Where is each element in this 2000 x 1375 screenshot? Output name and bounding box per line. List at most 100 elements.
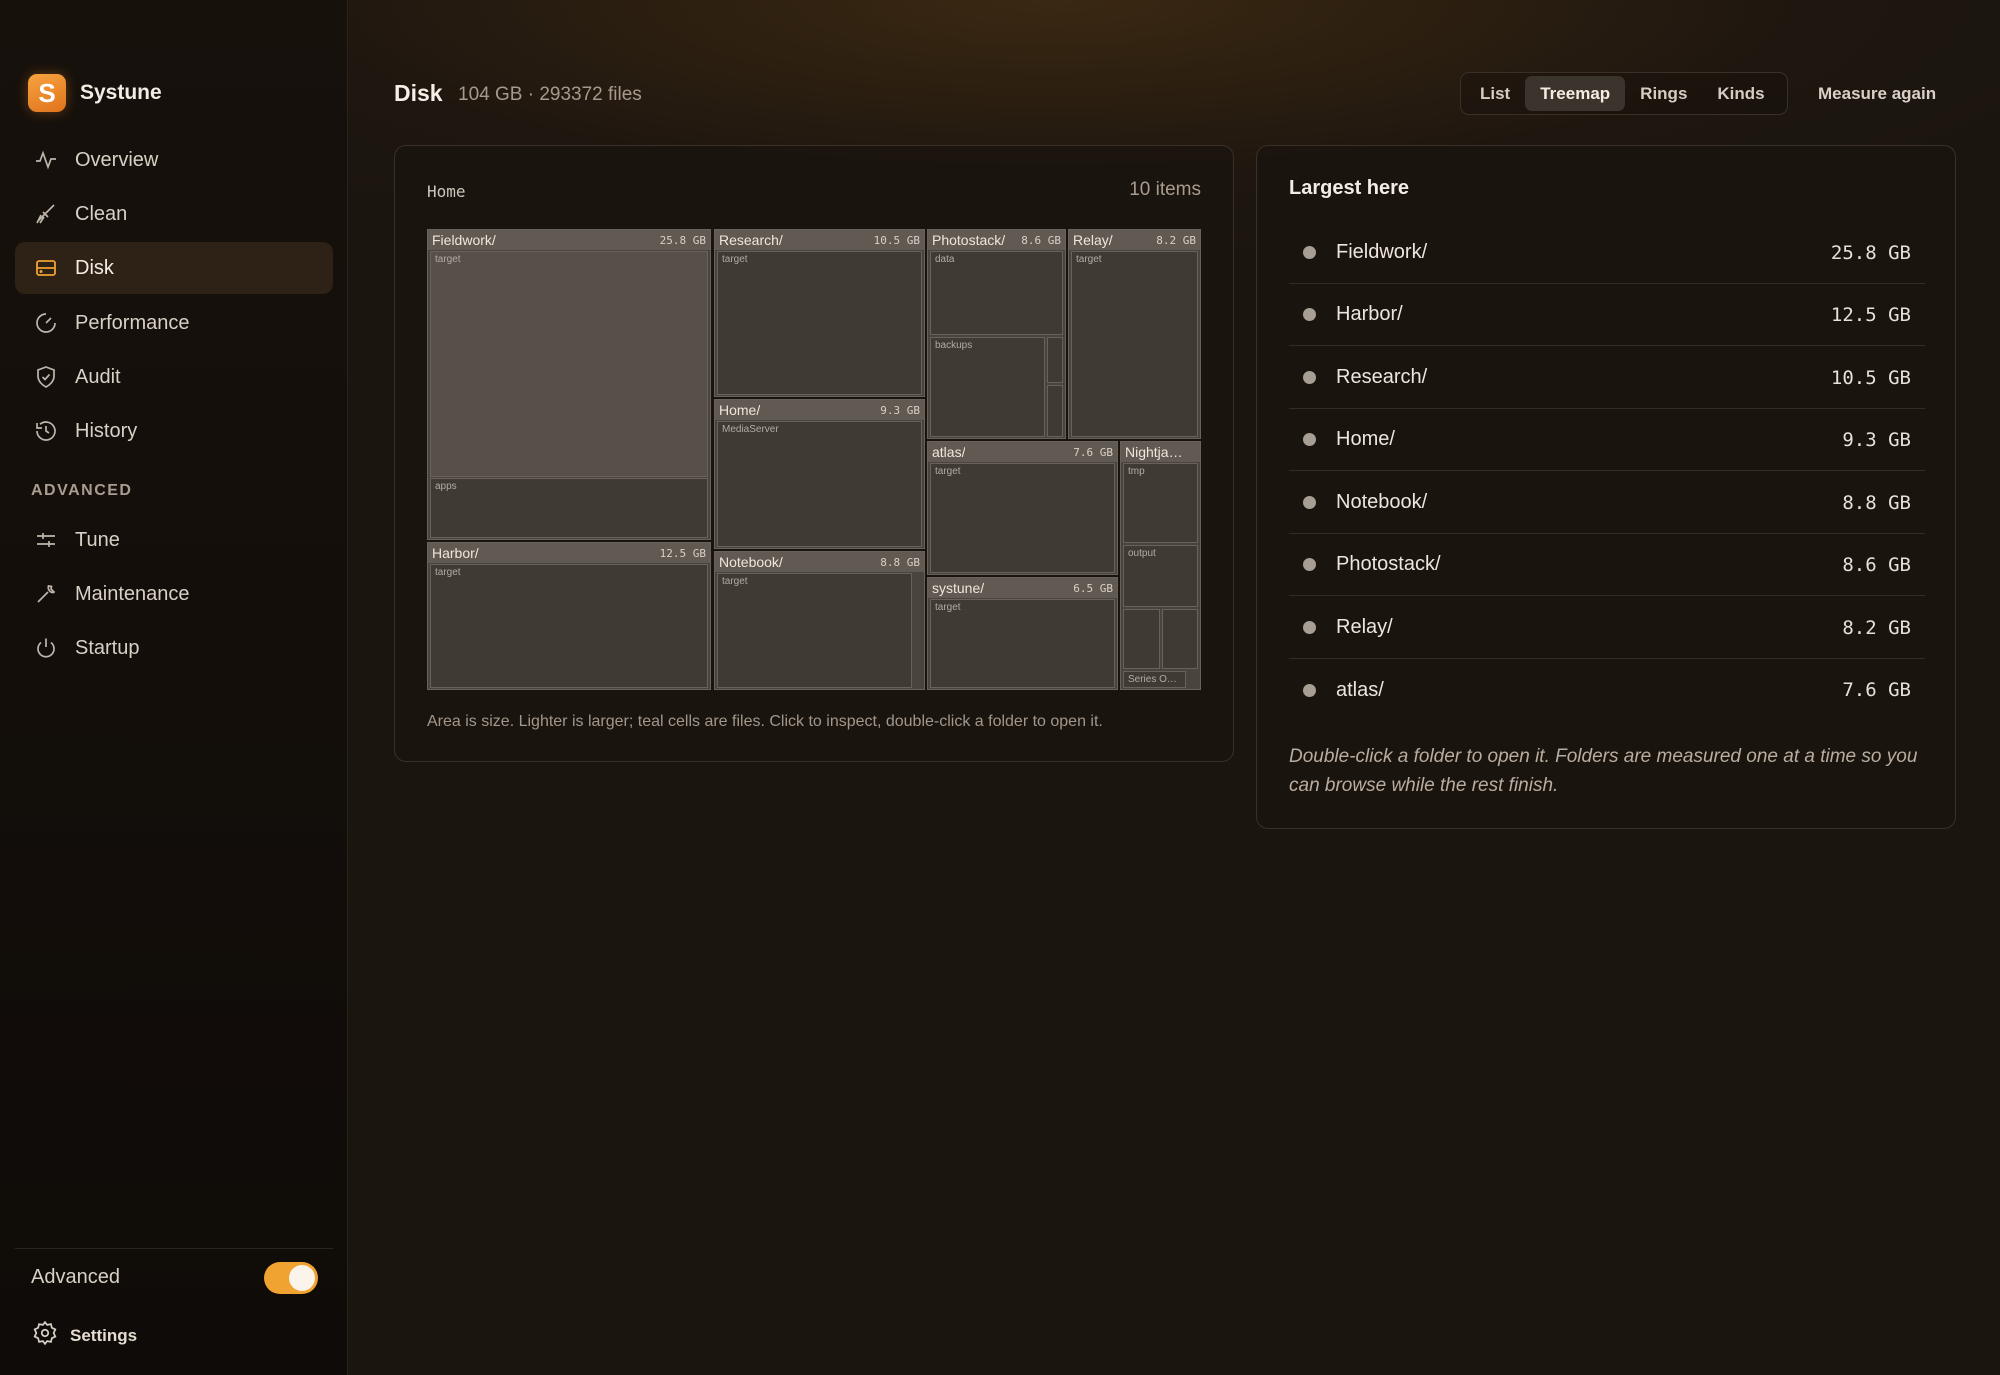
bullet-dot	[1303, 621, 1316, 634]
cell-size: 7.6 GB	[1073, 445, 1113, 459]
view-rings-button[interactable]: Rings	[1625, 76, 1702, 111]
sidebar-item-disk[interactable]: Disk	[15, 242, 333, 294]
item-name: Fieldwork/	[1336, 241, 1428, 263]
subcell-label: target	[935, 602, 961, 613]
treemap-cell-atlas[interactable]: atlas/7.6 GB target	[927, 441, 1118, 575]
treemap-subcell[interactable]: target	[930, 463, 1115, 573]
item-size: 8.2 GB	[1842, 616, 1911, 639]
bullet-dot	[1303, 433, 1316, 446]
settings-label: Settings	[70, 1325, 138, 1345]
cell-size: 8.2 GB	[1156, 233, 1196, 247]
treemap-cell-nightja[interactable]: Nightja… tmp output Series O…	[1120, 441, 1201, 690]
treemap-cell-systune[interactable]: systune/6.5 GB target	[927, 577, 1118, 690]
cell-name: Nightja…	[1125, 444, 1183, 460]
bullet-dot	[1303, 308, 1316, 321]
list-item[interactable]: Photostack/8.6 GB	[1289, 534, 1925, 596]
subcell-label: Series O…	[1128, 674, 1177, 685]
breadcrumb[interactable]: Home	[427, 182, 466, 201]
cell-name: Harbor/	[432, 545, 479, 561]
list-item[interactable]: Relay/8.2 GB	[1289, 597, 1925, 659]
sidebar-item-label: Startup	[75, 636, 140, 659]
treemap-cell-notebook[interactable]: Notebook/8.8 GB target	[714, 551, 925, 690]
treemap-subcell[interactable]: data	[930, 251, 1063, 335]
treemap-cell-fieldwork[interactable]: Fieldwork/25.8 GB target apps	[427, 229, 711, 540]
treemap-subcell[interactable]: output	[1123, 545, 1198, 607]
treemap-cell-relay[interactable]: Relay/8.2 GB target	[1068, 229, 1201, 439]
sidebar-item-clean[interactable]: Clean	[15, 188, 333, 240]
cell-name: Home/	[719, 402, 761, 418]
treemap-subcell[interactable]: MediaServer	[717, 421, 922, 547]
advanced-toggle-label: Advanced	[31, 1266, 120, 1288]
treemap-subcell[interactable]: target	[717, 573, 912, 688]
treemap: Fieldwork/25.8 GB target apps Harbor/12.…	[427, 229, 1201, 690]
power-icon	[33, 635, 59, 661]
list-item[interactable]: Fieldwork/25.8 GB	[1289, 222, 1925, 284]
treemap-subcell[interactable]: target	[430, 564, 708, 688]
sidebar-item-label: Clean	[75, 202, 128, 225]
subcell-label: apps	[435, 481, 457, 492]
list-item[interactable]: Notebook/8.8 GB	[1289, 472, 1925, 534]
item-name: Research/	[1336, 366, 1428, 388]
treemap-subcell[interactable]: target	[1071, 251, 1198, 437]
measure-again-button[interactable]: Measure again	[1818, 84, 1936, 104]
cell-name: Notebook/	[719, 554, 783, 570]
sidebar-item-history[interactable]: History	[15, 405, 333, 457]
treemap-subcell[interactable]	[1162, 609, 1198, 669]
item-name: atlas/	[1336, 678, 1384, 701]
sidebar-item-startup[interactable]: Startup	[15, 622, 333, 674]
subcell-label: backups	[935, 340, 973, 351]
treemap-subcell[interactable]	[1123, 609, 1160, 669]
bullet-dot	[1303, 246, 1316, 259]
largest-title: Largest here	[1289, 177, 1410, 199]
treemap-subcell[interactable]: target	[717, 251, 922, 395]
cell-size: 6.5 GB	[1073, 581, 1113, 595]
item-size: 8.6 GB	[1842, 553, 1911, 576]
list-item[interactable]: Research/10.5 GB	[1289, 347, 1925, 409]
brand: S Systune	[28, 74, 162, 112]
treemap-subcell[interactable]	[1047, 337, 1063, 383]
sidebar-item-performance[interactable]: Performance	[15, 297, 333, 349]
subcell-label: tmp	[1128, 466, 1145, 477]
item-name: Harbor/	[1336, 303, 1403, 325]
treemap-subcell[interactable]: target	[930, 599, 1115, 688]
view-treemap-button[interactable]: Treemap	[1525, 76, 1626, 111]
cell-size: 25.8 GB	[659, 233, 706, 247]
sidebar-item-maintenance[interactable]: Maintenance	[15, 568, 333, 620]
bullet-dot	[1303, 496, 1316, 509]
list-item[interactable]: Harbor/12.5 GB	[1289, 284, 1925, 346]
item-size: 10.5 GB	[1830, 366, 1911, 389]
advanced-toggle[interactable]	[264, 1262, 318, 1294]
sidebar-item-overview[interactable]: Overview	[15, 134, 333, 186]
settings-button[interactable]: Settings	[32, 1320, 137, 1351]
treemap-cell-home[interactable]: Home/9.3 GB MediaServer	[714, 399, 925, 549]
subcell-label: target	[722, 576, 748, 587]
activity-icon	[33, 147, 59, 173]
treemap-subcell[interactable]	[1047, 385, 1063, 437]
item-count: 10 items	[1129, 179, 1201, 200]
sidebar-item-tune[interactable]: Tune	[15, 514, 333, 566]
page-subtitle: 104 GB · 293372 files	[458, 84, 642, 105]
treemap-subcell[interactable]: backups	[930, 337, 1045, 437]
sidebar-item-label: Tune	[75, 528, 120, 551]
list-item[interactable]: Home/9.3 GB	[1289, 409, 1925, 471]
treemap-subcell[interactable]: Series O…	[1123, 671, 1186, 688]
list-item[interactable]: atlas/7.6 GB	[1289, 659, 1925, 721]
treemap-subcell[interactable]: tmp	[1123, 463, 1198, 543]
cell-name: systune/	[932, 580, 985, 596]
treemap-subcell[interactable]: target	[430, 251, 708, 477]
subcell-label: target	[722, 254, 748, 265]
subcell-label: target	[935, 466, 961, 477]
cell-name: atlas/	[932, 444, 966, 460]
disk-icon	[33, 255, 59, 281]
treemap-cell-photostack[interactable]: Photostack/8.6 GB data backups	[927, 229, 1066, 439]
sidebar-item-audit[interactable]: Audit	[15, 351, 333, 403]
section-label-advanced: ADVANCED	[31, 482, 133, 499]
sidebar-item-label: Overview	[75, 148, 159, 171]
broom-icon	[33, 201, 59, 227]
view-kinds-button[interactable]: Kinds	[1702, 76, 1779, 111]
treemap-cell-harbor[interactable]: Harbor/12.5 GB target	[427, 542, 711, 690]
cell-name: Research/	[719, 232, 783, 248]
view-list-button[interactable]: List	[1465, 76, 1525, 111]
treemap-cell-research[interactable]: Research/10.5 GB target	[714, 229, 925, 397]
treemap-subcell[interactable]: apps	[430, 478, 708, 538]
